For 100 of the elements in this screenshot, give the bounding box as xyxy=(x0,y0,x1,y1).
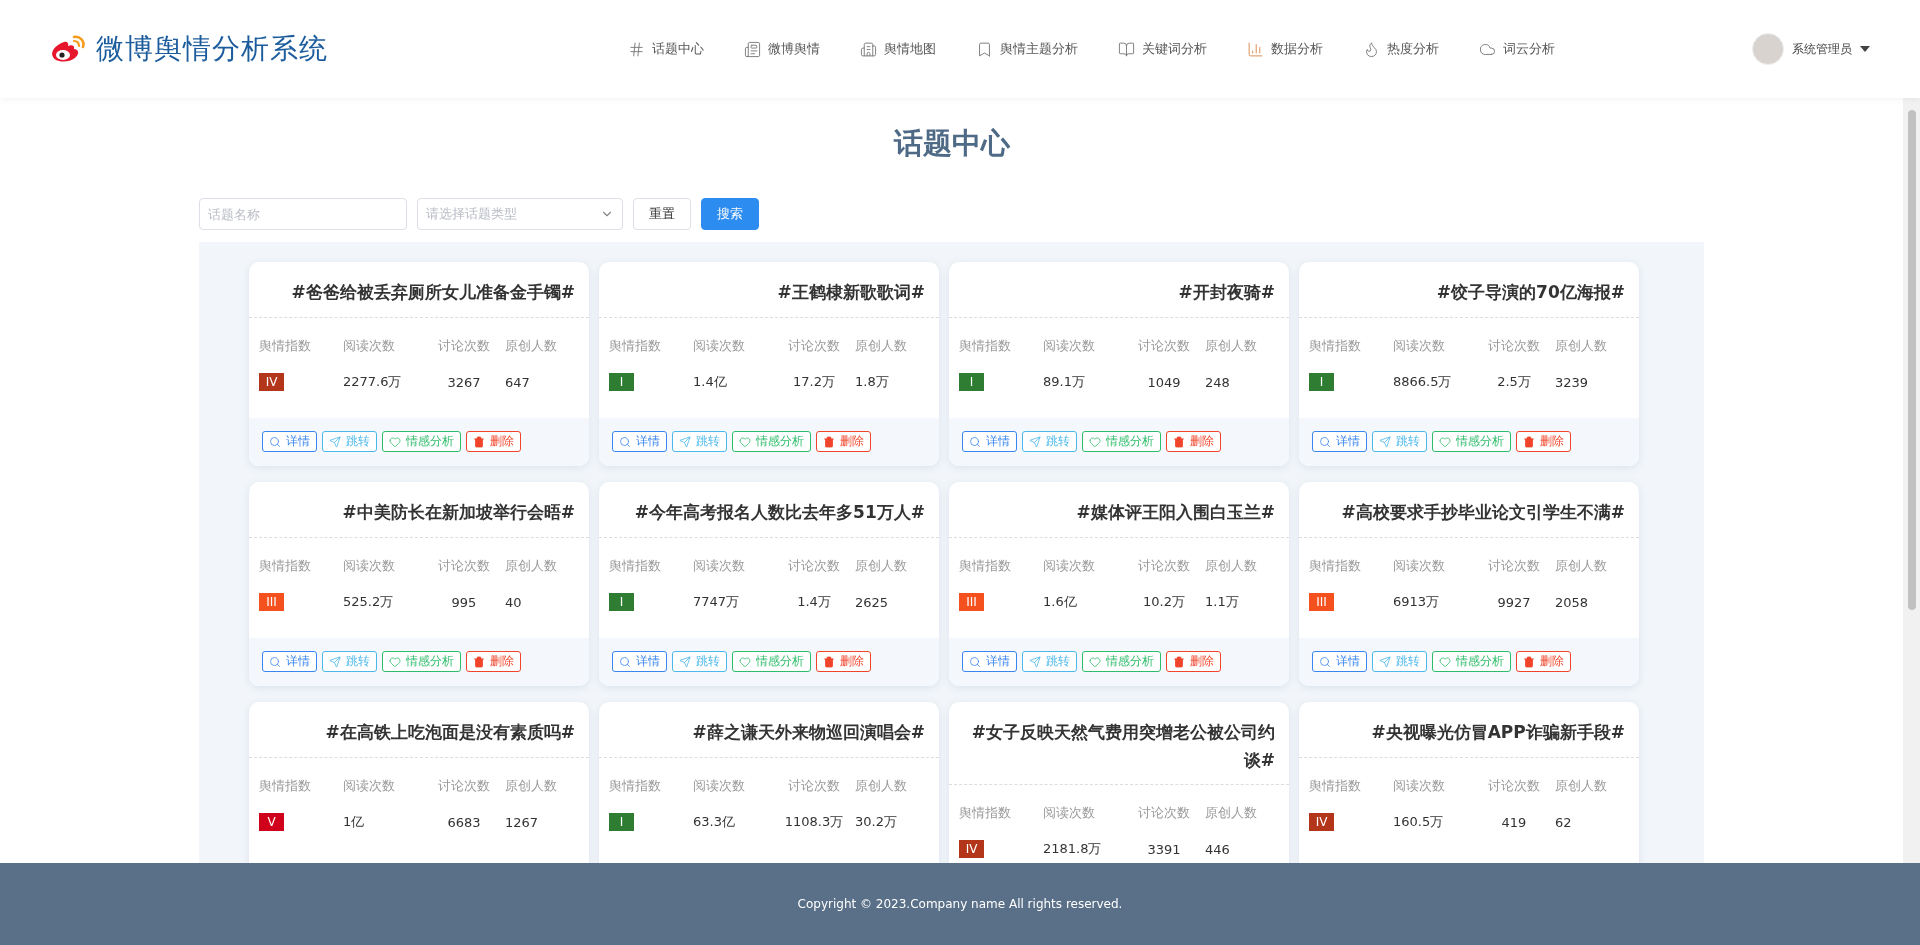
nav-link[interactable]: 关键词分析 xyxy=(1117,40,1207,58)
paper-plane-icon xyxy=(1379,655,1391,668)
building-icon xyxy=(859,40,877,58)
nav-link[interactable]: 微博舆情 xyxy=(743,40,820,58)
jump-button[interactable]: 跳转 xyxy=(1372,431,1427,452)
detail-button[interactable]: 详情 xyxy=(1312,651,1367,672)
user-name[interactable]: 系统管理员 xyxy=(1792,40,1852,58)
metric-value: 995 xyxy=(450,594,478,610)
topic-title: #薛之谦天外来物巡回演唱会# xyxy=(599,702,939,758)
index-badge: IV xyxy=(1309,813,1334,831)
jump-button[interactable]: 跳转 xyxy=(1372,651,1427,672)
index-badge: III xyxy=(259,593,284,611)
metric-value: 30.2万 xyxy=(855,813,898,831)
nav-link[interactable]: 舆情地图 xyxy=(859,40,936,58)
metric-value: 3267 xyxy=(446,374,482,390)
metric-label: 讨论次数 xyxy=(1137,337,1191,355)
metric-value: 6683 xyxy=(446,814,482,830)
metric-value: 2625 xyxy=(855,594,890,610)
metric-label: 原创人数 xyxy=(1555,337,1608,355)
metric-value: 9927 xyxy=(1496,594,1532,610)
trash-icon xyxy=(823,655,835,668)
nav-link[interactable]: 词云分析 xyxy=(1478,40,1555,58)
sentiment-button[interactable]: 情感分析 xyxy=(1432,431,1511,452)
jump-button[interactable]: 跳转 xyxy=(672,431,727,452)
jump-button[interactable]: 跳转 xyxy=(1022,431,1077,452)
book-icon xyxy=(1117,40,1135,58)
metric-label: 舆情指数 xyxy=(259,337,312,355)
detail-button[interactable]: 详情 xyxy=(612,431,667,452)
nav-link[interactable]: 热度分析 xyxy=(1362,40,1439,58)
delete-button[interactable]: 删除 xyxy=(1516,651,1571,672)
metric-label: 舆情指数 xyxy=(959,557,1012,575)
jump-button[interactable]: 跳转 xyxy=(1022,651,1077,672)
metric-label: 讨论次数 xyxy=(787,777,841,795)
metric-label: 阅读次数 xyxy=(1043,804,1096,823)
metric-value: 1.6亿 xyxy=(1043,593,1078,611)
detail-button[interactable]: 详情 xyxy=(962,431,1017,452)
nav-link[interactable]: 话题中心 xyxy=(627,40,704,58)
delete-button[interactable]: 删除 xyxy=(466,431,521,452)
topic-type-select[interactable]: 请选择话题类型 xyxy=(417,198,623,230)
metric-label: 原创人数 xyxy=(1555,777,1608,795)
metric-value: 1.4亿 xyxy=(693,373,728,391)
paper-plane-icon xyxy=(679,435,691,448)
trash-icon xyxy=(1523,435,1535,448)
metric-label: 舆情指数 xyxy=(1309,337,1362,355)
sentiment-button[interactable]: 情感分析 xyxy=(1432,651,1511,672)
metric-value: 8866.5万 xyxy=(1393,373,1453,391)
metric-label: 阅读次数 xyxy=(343,557,396,575)
sentiment-button[interactable]: 情感分析 xyxy=(1082,651,1161,672)
metric-label: 原创人数 xyxy=(1205,337,1258,355)
metric-value: 3239 xyxy=(1555,374,1590,390)
metric-label: 舆情指数 xyxy=(609,777,662,795)
metric-label: 阅读次数 xyxy=(693,777,746,795)
search-icon xyxy=(969,655,981,668)
jump-button[interactable]: 跳转 xyxy=(322,431,377,452)
topic-name-field[interactable]: 话题名称 xyxy=(199,198,407,230)
delete-button[interactable]: 删除 xyxy=(1166,651,1221,672)
sentiment-button[interactable]: 情感分析 xyxy=(1082,431,1161,452)
detail-button[interactable]: 详情 xyxy=(262,651,317,672)
metric-label: 舆情指数 xyxy=(1309,557,1362,575)
delete-button[interactable]: 删除 xyxy=(466,651,521,672)
sentiment-button[interactable]: 情感分析 xyxy=(382,431,461,452)
detail-button[interactable]: 详情 xyxy=(1312,431,1367,452)
metric-value: 6913万 xyxy=(1393,593,1441,611)
metric-label: 舆情指数 xyxy=(609,557,662,575)
trash-icon xyxy=(1173,435,1185,448)
detail-button[interactable]: 详情 xyxy=(962,651,1017,672)
sentiment-button[interactable]: 情感分析 xyxy=(382,651,461,672)
detail-button[interactable]: 详情 xyxy=(612,651,667,672)
delete-button[interactable]: 删除 xyxy=(816,651,871,672)
scrollbar[interactable] xyxy=(1903,98,1920,863)
index-badge: III xyxy=(959,593,984,611)
search-button[interactable]: 搜索 xyxy=(701,198,759,230)
search-icon xyxy=(619,435,631,448)
reset-button[interactable]: 重置 xyxy=(633,198,691,230)
nav-link[interactable]: 舆情主题分析 xyxy=(975,40,1078,58)
metric-label: 原创人数 xyxy=(1555,557,1608,575)
avatar[interactable] xyxy=(1752,33,1784,65)
metric-value: 62 xyxy=(1555,814,1573,830)
metric-label: 讨论次数 xyxy=(1487,777,1541,795)
jump-button[interactable]: 跳转 xyxy=(672,651,727,672)
sentiment-button[interactable]: 情感分析 xyxy=(732,431,811,452)
metric-label: 讨论次数 xyxy=(1137,557,1191,575)
metric-label: 阅读次数 xyxy=(343,337,396,355)
delete-button[interactable]: 删除 xyxy=(1166,431,1221,452)
detail-button[interactable]: 详情 xyxy=(262,431,317,452)
jump-button[interactable]: 跳转 xyxy=(322,651,377,672)
metric-label: 讨论次数 xyxy=(787,557,841,575)
index-badge: V xyxy=(259,813,284,831)
topic-title: #今年高考报名人数比去年多51万人# xyxy=(599,482,939,538)
trash-icon xyxy=(1523,655,1535,668)
metric-value: 248 xyxy=(1205,374,1231,390)
delete-button[interactable]: 删除 xyxy=(816,431,871,452)
heart-icon xyxy=(389,435,401,448)
caret-icon[interactable] xyxy=(1860,46,1870,52)
delete-button[interactable]: 删除 xyxy=(1516,431,1571,452)
metric-label: 讨论次数 xyxy=(1137,804,1191,823)
sentiment-button[interactable]: 情感分析 xyxy=(732,651,811,672)
nav-link[interactable]: 数据分析 xyxy=(1246,40,1323,58)
metric-value: 40 xyxy=(505,594,523,610)
paper-plane-icon xyxy=(329,655,341,668)
